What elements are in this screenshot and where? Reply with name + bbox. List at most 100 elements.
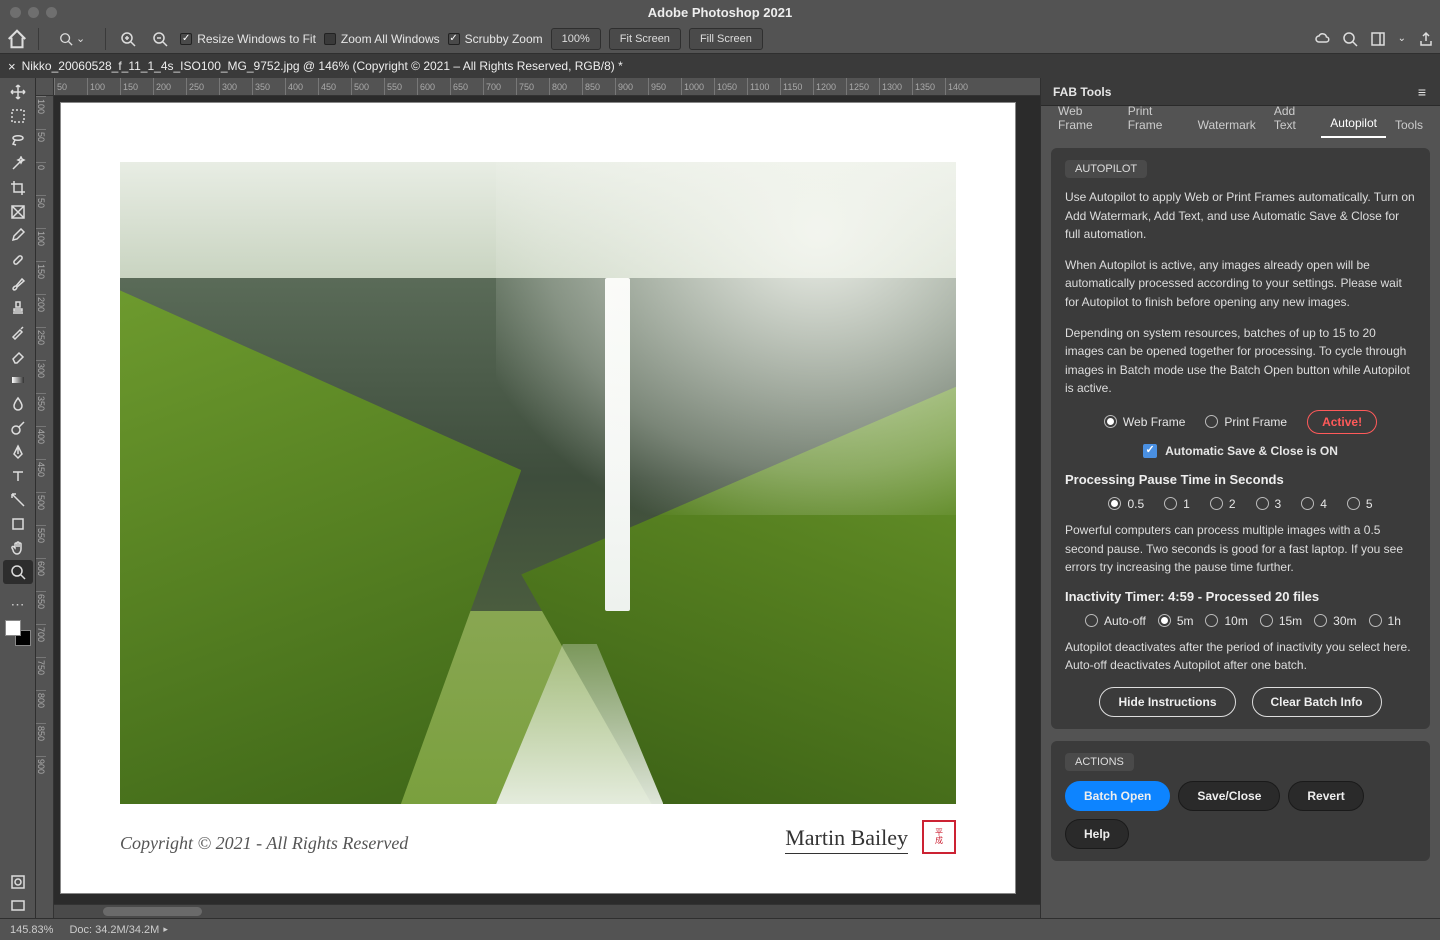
panel-title[interactable]: FAB Tools [1053,85,1111,99]
zoom-in-button[interactable] [116,28,140,50]
active-badge[interactable]: Active! [1307,410,1377,434]
zoom-tool[interactable] [3,560,33,584]
home-button[interactable] [6,28,28,50]
inactivity-heading: Inactivity Timer: 4:59 - Processed 20 fi… [1065,589,1416,604]
ruler-vertical[interactable]: 1005005010015020025030035040045050055060… [36,96,54,918]
frame-tool[interactable] [3,200,33,224]
document-tab-label: Nikko_20060528_f_11_1_4s_ISO100_MG_9752.… [22,59,623,73]
pen-tool[interactable] [3,440,33,464]
tab-add-text[interactable]: Add Text [1265,98,1321,138]
quickmask-icon[interactable] [3,870,33,894]
workspace-chevron-icon[interactable]: ⌄ [1398,33,1406,44]
zoom-100-button[interactable]: 100% [551,28,601,50]
tab-print-frame[interactable]: Print Frame [1119,98,1189,138]
actions-heading: ACTIONS [1065,753,1134,771]
status-bar: 145.83% Doc: 34.2M/34.2M [0,918,1440,940]
path-tool[interactable] [3,488,33,512]
pause-radio-1[interactable]: 1 [1164,497,1190,511]
shape-tool[interactable] [3,512,33,536]
wand-tool[interactable] [3,152,33,176]
screenmode-icon[interactable] [3,894,33,918]
panel-menu-icon[interactable]: ≡ [1418,84,1428,100]
pause-radio-3[interactable]: 3 [1256,497,1282,511]
tools-panel: ⋯ [0,78,36,918]
edit-toolbar-icon[interactable]: ⋯ [3,592,33,616]
lasso-tool[interactable] [3,128,33,152]
inactivity-desc: Autopilot deactivates after the period o… [1065,638,1416,675]
share-icon[interactable] [1418,31,1434,47]
radio-web-frame[interactable]: Web Frame [1104,415,1185,429]
autopilot-heading: AUTOPILOT [1065,160,1147,178]
resize-windows-checkbox[interactable]: Resize Windows to Fit [180,32,316,46]
pause-desc: Powerful computers can process multiple … [1065,521,1416,577]
marquee-tool[interactable] [3,104,33,128]
canvas-area[interactable]: 5010015020025030035040045050055060065070… [36,78,1040,918]
document-tab[interactable]: × Nikko_20060528_f_11_1_4s_ISO100_MG_975… [0,54,637,78]
revert-button[interactable]: Revert [1288,781,1363,811]
ruler-origin[interactable] [36,78,54,96]
cloud-icon[interactable] [1314,31,1330,47]
clear-batch-button[interactable]: Clear Batch Info [1252,687,1382,717]
move-tool[interactable] [3,80,33,104]
inactivity-radio-5m[interactable]: 5m [1158,614,1194,628]
zoom-tool-indicator[interactable]: ⌄ [49,28,95,50]
hide-instructions-button[interactable]: Hide Instructions [1099,687,1235,717]
color-swatch[interactable] [5,620,31,646]
inactivity-radio-10m[interactable]: 10m [1205,614,1247,628]
artboard: Copyright © 2021 - All Rights Reserved M… [60,102,1016,894]
blur-tool[interactable] [3,392,33,416]
pause-heading: Processing Pause Time in Seconds [1065,472,1416,487]
signature: Martin Bailey [785,825,908,854]
dodge-tool[interactable] [3,416,33,440]
eraser-tool[interactable] [3,344,33,368]
pause-radio-5[interactable]: 5 [1347,497,1373,511]
app-title: Adobe Photoshop 2021 [0,5,1440,20]
gradient-tool[interactable] [3,368,33,392]
pause-radio-2[interactable]: 2 [1210,497,1236,511]
zoom-out-button[interactable] [148,28,172,50]
inactivity-radio-15m[interactable]: 15m [1260,614,1302,628]
batch-open-button[interactable]: Batch Open [1065,781,1170,811]
inactivity-radio-30m[interactable]: 30m [1314,614,1356,628]
copyright-text: Copyright © 2021 - All Rights Reserved [120,833,408,854]
right-panel: FAB Tools ≡ Web Frame Print Frame Waterm… [1040,78,1440,918]
eyedropper-tool[interactable] [3,224,33,248]
brush-tool[interactable] [3,272,33,296]
photo-preview [120,162,956,804]
pause-radio-4[interactable]: 4 [1301,497,1327,511]
stamp-tool[interactable] [3,296,33,320]
inactivity-radio-Auto-off[interactable]: Auto-off [1085,614,1146,628]
actions-section: ACTIONS Batch Open Save/Close Revert Hel… [1051,741,1430,861]
pause-radio-0.5[interactable]: 0.5 [1108,497,1144,511]
tab-watermark[interactable]: Watermark [1189,112,1265,138]
heal-tool[interactable] [3,248,33,272]
workspace-icon[interactable] [1370,31,1386,47]
tab-web-frame[interactable]: Web Frame [1049,98,1119,138]
auto-save-close-checkbox[interactable]: Automatic Save & Close is ON [1065,444,1416,458]
inactivity-radio-1h[interactable]: 1h [1369,614,1401,628]
history-brush-tool[interactable] [3,320,33,344]
save-close-button[interactable]: Save/Close [1178,781,1280,811]
radio-print-frame[interactable]: Print Frame [1205,415,1287,429]
status-zoom[interactable]: 145.83% [10,924,53,936]
options-bar: ⌄ Resize Windows to Fit Zoom All Windows… [0,24,1440,54]
tab-autopilot[interactable]: Autopilot [1321,110,1386,138]
close-tab-icon[interactable]: × [8,59,16,74]
fill-screen-button[interactable]: Fill Screen [689,28,763,50]
search-icon[interactable] [1342,31,1358,47]
horizontal-scrollbar[interactable] [54,904,1040,918]
crop-tool[interactable] [3,176,33,200]
type-tool[interactable] [3,464,33,488]
hand-tool[interactable] [3,536,33,560]
stamp-icon: 平成 [922,820,956,854]
panel-subtabs: Web Frame Print Frame Watermark Add Text… [1041,106,1440,138]
fit-screen-button[interactable]: Fit Screen [609,28,681,50]
help-button[interactable]: Help [1065,819,1129,849]
scrubby-zoom-checkbox[interactable]: Scrubby Zoom [448,32,543,46]
autopilot-desc-3: Depending on system resources, batches o… [1065,324,1416,398]
tab-tools[interactable]: Tools [1386,112,1432,138]
status-doc-size[interactable]: Doc: 34.2M/34.2M [69,924,167,936]
autopilot-desc-2: When Autopilot is active, any images alr… [1065,256,1416,312]
ruler-horizontal[interactable]: 5010015020025030035040045050055060065070… [54,78,1040,96]
zoom-all-checkbox[interactable]: Zoom All Windows [324,32,440,46]
